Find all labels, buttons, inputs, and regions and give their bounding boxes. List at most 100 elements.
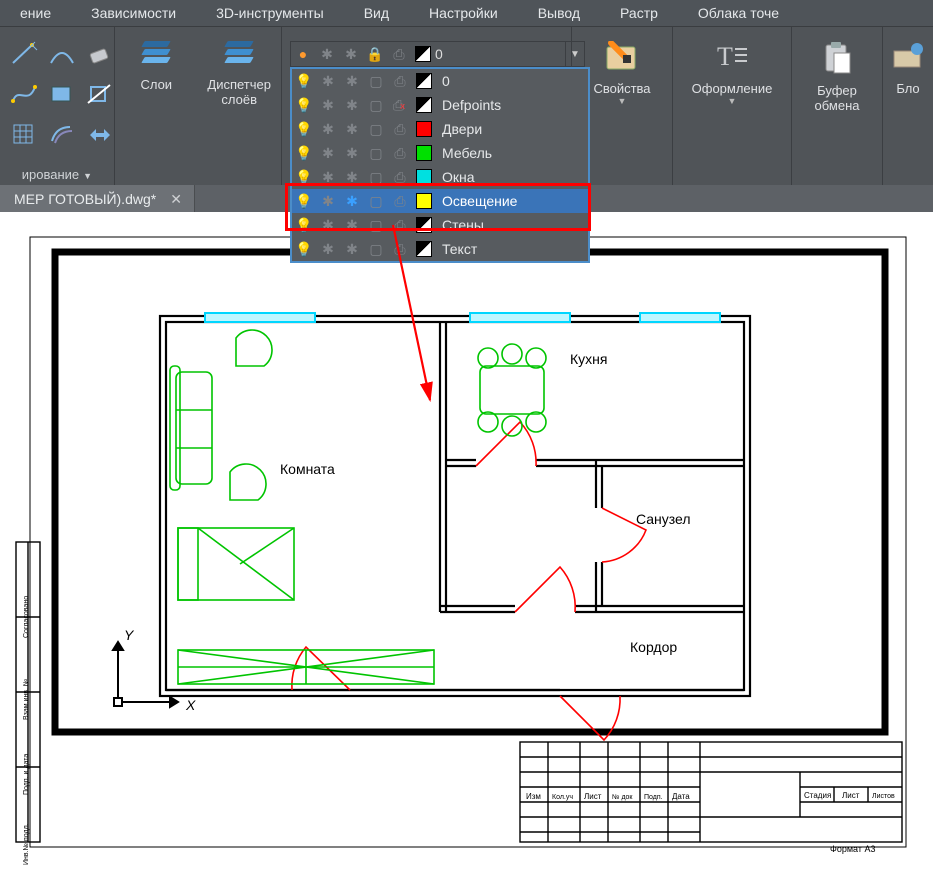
lock-icon[interactable]: ▢ [364, 141, 388, 165]
drawing-canvas[interactable]: + Сверху 2D-каркас --- нет связанных вид… [0, 212, 933, 884]
plot-icon[interactable]: ⎙ [388, 117, 412, 141]
close-icon[interactable]: ✕ [170, 191, 182, 208]
document-tab[interactable]: МЕР ГОТОВЫЙ).dwg* ✕ [0, 185, 195, 213]
freeze-icon[interactable]: ✱ [316, 117, 340, 141]
vp-freeze-icon[interactable]: ✱ [340, 165, 364, 189]
color-swatch[interactable] [412, 93, 436, 117]
menu-item[interactable]: Растр [600, 5, 678, 21]
color-swatch[interactable] [412, 189, 436, 213]
line-tool-icon[interactable] [6, 37, 42, 73]
plot-icon[interactable]: ⎙ [388, 141, 412, 165]
bulb-icon[interactable]: 💡 [292, 213, 316, 237]
layer-row[interactable]: 💡✱✱▢⎙Мебель [292, 141, 588, 165]
freeze-icon[interactable]: ✱ [316, 213, 340, 237]
eraser-tool-icon[interactable] [82, 37, 118, 73]
freeze-icon[interactable]: ✱ [316, 189, 340, 213]
lock-icon[interactable]: ▢ [364, 237, 388, 261]
layer-name: Стены [436, 217, 484, 233]
block-button[interactable]: Бло [883, 27, 933, 96]
bulb-icon[interactable]: 💡 [292, 141, 316, 165]
clip-tool-icon[interactable] [82, 77, 118, 113]
color-swatch[interactable] [412, 237, 436, 261]
plot-icon[interactable]: ⎙ｘ [388, 93, 412, 117]
bulb-icon[interactable]: 💡 [292, 93, 316, 117]
plot-icon[interactable]: ⎙ [388, 237, 412, 261]
color-swatch[interactable] [412, 69, 436, 93]
layer-row[interactable]: 💡✱✱▢⎙Освещение [292, 189, 588, 213]
layers-icon [139, 41, 173, 69]
color-swatch[interactable] [412, 165, 436, 189]
clipboard-button[interactable]: Буфер обмена [792, 27, 882, 113]
arc-tool-icon[interactable] [44, 37, 80, 73]
plot-icon[interactable]: ⎙ [388, 189, 412, 213]
menu-item[interactable]: ение [0, 5, 71, 21]
floorplan-svg: Изм Кол.уч Лист № док Подп. Дата Стадия … [0, 212, 933, 884]
color-swatch[interactable] [412, 117, 436, 141]
freeze-icon: ✱ [315, 42, 339, 66]
freeze-icon[interactable]: ✱ [316, 69, 340, 93]
bulb-icon[interactable]: 💡 [292, 189, 316, 213]
layer-dropdown[interactable]: 💡✱✱▢⎙0💡✱✱▢⎙ｘDefpoints💡✱✱▢⎙Двери💡✱✱▢⎙Мебе… [290, 67, 590, 263]
layer-row[interactable]: 💡✱✱▢⎙Стены [292, 213, 588, 237]
vp-freeze-icon[interactable]: ✱ [340, 69, 364, 93]
layer-name: Текст [436, 241, 477, 257]
vp-freeze-icon[interactable]: ✱ [340, 189, 364, 213]
clipboard-icon [822, 41, 852, 75]
svg-text:Согласовано: Согласовано [23, 596, 30, 638]
lock-icon[interactable]: ▢ [364, 189, 388, 213]
current-layer-name: 0 [435, 46, 443, 62]
menu-item[interactable]: Вывод [518, 5, 600, 21]
freeze-icon[interactable]: ✱ [316, 237, 340, 261]
layer-row[interactable]: 💡✱✱▢⎙Окна [292, 165, 588, 189]
layer-row[interactable]: 💡✱✱▢⎙0 [292, 69, 588, 93]
vp-freeze-icon[interactable]: ✱ [340, 117, 364, 141]
vp-freeze-icon[interactable]: ✱ [340, 237, 364, 261]
freeze-icon[interactable]: ✱ [316, 93, 340, 117]
region-tool-icon[interactable] [44, 77, 80, 113]
menu-item[interactable]: Облака точе [678, 5, 799, 21]
layers-button[interactable]: Слои [115, 27, 198, 185]
spline-tool-icon[interactable] [6, 77, 42, 113]
color-swatch[interactable] [412, 213, 436, 237]
stretch-tool-icon[interactable] [82, 117, 118, 153]
layer-row[interactable]: 💡✱✱▢⎙Двери [292, 117, 588, 141]
lock-icon[interactable]: ▢ [364, 165, 388, 189]
menu-item[interactable]: 3D-инструменты [196, 5, 344, 21]
menu-item[interactable]: Настройки [409, 5, 518, 21]
plot-icon[interactable]: ⎙ [388, 213, 412, 237]
ribbon-group-clipboard: Буфер обмена [792, 27, 883, 185]
layer-row[interactable]: 💡✱✱▢⎙Текст [292, 237, 588, 261]
freeze-icon[interactable]: ✱ [316, 141, 340, 165]
layer-combo-current[interactable]: ● ✱ ✱ 🔒 ⎙ 0 [290, 41, 566, 67]
menu-item[interactable]: Зависимости [71, 5, 196, 21]
menu-item[interactable]: Вид [344, 5, 409, 21]
lock-icon[interactable]: ▢ [364, 213, 388, 237]
plot-icon[interactable]: ⎙ [388, 69, 412, 93]
offset-tool-icon[interactable] [44, 117, 80, 153]
block-button-label: Бло [896, 81, 919, 96]
bulb-icon[interactable]: 💡 [292, 117, 316, 141]
bulb-icon[interactable]: 💡 [292, 69, 316, 93]
layer-name: Двери [436, 121, 482, 137]
bulb-icon[interactable]: 💡 [292, 165, 316, 189]
lock-icon[interactable]: ▢ [364, 93, 388, 117]
layer-manager-button[interactable]: Диспетчер слоёв [198, 27, 281, 185]
format-button[interactable]: T Оформление ▼ [673, 27, 791, 106]
bulb-icon[interactable]: 💡 [292, 237, 316, 261]
clipboard-button-label: Буфер обмена [815, 83, 860, 113]
layer-manager-icon [222, 41, 256, 69]
plot-icon[interactable]: ⎙ [388, 165, 412, 189]
vp-freeze-icon[interactable]: ✱ [340, 93, 364, 117]
freeze-icon[interactable]: ✱ [316, 165, 340, 189]
color-swatch[interactable] [412, 141, 436, 165]
color-swatch [411, 42, 435, 66]
lock-icon[interactable]: ▢ [364, 69, 388, 93]
svg-text:T: T [717, 42, 733, 71]
layer-combo-arrow[interactable]: ▼ [566, 41, 585, 67]
vp-freeze-icon[interactable]: ✱ [340, 141, 364, 165]
vp-freeze-icon[interactable]: ✱ [340, 213, 364, 237]
layer-row[interactable]: 💡✱✱▢⎙ｘDefpoints [292, 93, 588, 117]
hatch-tool-icon[interactable] [6, 117, 42, 153]
lock-icon[interactable]: ▢ [364, 117, 388, 141]
svg-text:Подп.: Подп. [644, 794, 663, 801]
